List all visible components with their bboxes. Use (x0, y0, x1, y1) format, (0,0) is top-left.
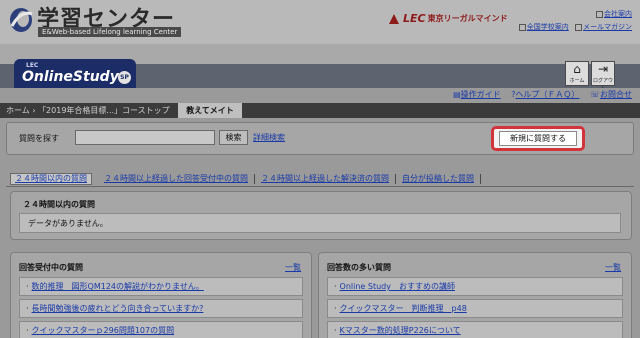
bullet-icon: · (26, 282, 29, 291)
online-study-product-name: OnlineStudy (22, 69, 119, 85)
open-questions-list: · 数的推理 図形QM124の解説がわかりません。 · 長時間勉強後の疲れとどう向き… (19, 277, 303, 338)
search-panel: 質問を探す 検索 詳細検索 新規に質問する (6, 122, 634, 155)
product-band: LEC OnlineStudy SP (0, 44, 640, 90)
sp-badge: SP (118, 71, 131, 84)
school-icon (518, 23, 526, 31)
open-questions-panel: 回答受付中の質問 一覧 · 数的推理 図形QM124の解説がわかりません。 · 長時… (10, 252, 312, 338)
bullet-icon: · (26, 326, 29, 335)
bullet-icon: · (334, 326, 337, 335)
open-questions-more-link[interactable]: 一覧 (285, 262, 301, 273)
tabs-divider (6, 186, 634, 187)
list-item: · Kマスター数的処理P226について (327, 321, 623, 338)
phone-icon: ☏ (589, 90, 600, 99)
breadcrumb-course-top[interactable]: 「2019年合格目標...」コーストップ (38, 106, 170, 115)
list-item: · クイックマスター 判断推理 p48 (327, 299, 623, 318)
mail-magazine-link[interactable]: メールマガジン (575, 23, 632, 31)
breadcrumb-current: 教えてメイト (178, 103, 242, 118)
new-question-button[interactable]: 新規に質問する (499, 131, 577, 146)
logout-icon: ⇥ (597, 62, 609, 76)
company-info-label[interactable]: 会社案内 (604, 10, 632, 18)
list-item: · Online Study おすすめの講師 (327, 277, 623, 296)
breadcrumb: ホーム › 「2019年合格目標...」コーストップ 教えてメイト (0, 103, 640, 118)
home-button[interactable]: ⌂ ホーム (565, 61, 589, 86)
online-study-lec-label: LEC (26, 62, 39, 69)
school-guide-link[interactable]: 全国学校案内 (518, 23, 571, 31)
popular-questions-list: · Online Study おすすめの講師 · クイックマスター 判断推理 p48… (327, 277, 623, 338)
list-item: · クイックマスターｐ296問題107の質問 (19, 321, 303, 338)
logo-swoosh-icon (10, 8, 33, 32)
lec-brand-name: 東京リーガルマインド (427, 14, 508, 23)
top-links: 会社案内 全国学校案内 メールマガジン (515, 9, 632, 32)
company-info-link[interactable]: 会社案内 (596, 10, 632, 18)
recent-questions-body: データがありません。 (19, 213, 621, 233)
open-questions-header: 回答受付中の質問 一覧 (19, 262, 303, 274)
help-links: ▤操作ガイド ?ヘルプ（ＦＡＱ） ☏お問合せ (0, 88, 640, 102)
guide-icon: ▤ (453, 90, 461, 99)
lec-flame-icon (389, 13, 399, 24)
building-icon (596, 10, 603, 18)
search-input[interactable] (75, 130, 215, 145)
question-link[interactable]: クイックマスターｐ296問題107の質問 (32, 326, 175, 335)
question-link[interactable]: クイックマスター 判断推理 p48 (340, 304, 467, 313)
bullet-icon: · (334, 282, 337, 291)
contact-link[interactable]: ☏お問合せ (590, 90, 632, 99)
breadcrumb-home[interactable]: ホーム (6, 106, 30, 115)
search-button[interactable]: 検索 (219, 130, 248, 145)
operation-guide-label[interactable]: 操作ガイド (461, 90, 501, 99)
lec-brand-abbr: LEC (403, 12, 426, 25)
home-icon: ⌂ (573, 62, 581, 76)
site-header: 学習センター E&Web-based Lifelong learning Cen… (0, 0, 640, 44)
breadcrumb-separator: › (32, 106, 36, 115)
school-guide-label[interactable]: 全国学校案内 (527, 23, 569, 31)
question-link[interactable]: 数的推理 図形QM124の解説がわかりません。 (32, 282, 204, 291)
search-label: 質問を探す (19, 134, 59, 143)
help-faq-link[interactable]: ?ヘルプ（ＦＡＱ） (511, 90, 579, 99)
question-link[interactable]: Online Study おすすめの講師 (340, 282, 455, 291)
logout-button[interactable]: ⇥ ログアウト (591, 61, 615, 92)
empty-message: データがありません。 (28, 219, 108, 228)
recent-questions-title: ２４時間以内の質問 (23, 200, 95, 209)
operation-guide-link[interactable]: ▤操作ガイド (453, 90, 501, 99)
question-tabs: ２４時間以内の質問 ２４時間以上経過した回答受付中の質問 ２４時間以上経過した解… (10, 172, 630, 186)
popular-questions-panel: 回答数の多い質問 一覧 · Online Study おすすめの講師 · クイックマ… (318, 252, 632, 338)
online-study-logo[interactable]: LEC OnlineStudy SP (14, 59, 136, 90)
open-questions-title: 回答受付中の質問 (19, 263, 83, 272)
mail-icon (575, 23, 582, 31)
popular-questions-title: 回答数の多い質問 (327, 263, 391, 272)
tab-resolved-over-24h[interactable]: ２４時間以上経過した解決済の質問 (255, 174, 396, 184)
help-faq-label[interactable]: ヘルプ（ＦＡＱ） (515, 90, 579, 99)
site-logo-subtitle: E&Web-based Lifelong learning Center (38, 27, 182, 37)
question-link[interactable]: 長時間勉強後の疲れとどう向き合っていますか? (32, 304, 204, 313)
tab-my-questions[interactable]: 自分が投稿した質問 (396, 174, 481, 184)
bullet-icon: · (26, 304, 29, 313)
popular-questions-header: 回答数の多い質問 一覧 (327, 262, 623, 274)
tab-within-24h[interactable]: ２４時間以内の質問 (10, 173, 92, 185)
tab-open-over-24h[interactable]: ２４時間以上経過した回答受付中の質問 (98, 174, 255, 184)
bullet-icon: · (334, 304, 337, 313)
home-button-label: ホーム (569, 78, 585, 84)
list-item: · 数的推理 図形QM124の解説がわかりません。 (19, 277, 303, 296)
list-item: · 長時間勉強後の疲れとどう向き合っていますか? (19, 299, 303, 318)
lec-brand-logo[interactable]: LEC 東京リーガルマインド (387, 12, 508, 25)
question-link[interactable]: Kマスター数的処理P226について (340, 326, 461, 335)
advanced-search-link[interactable]: 詳細検索 (253, 132, 285, 143)
contact-label[interactable]: お問合せ (600, 90, 632, 99)
mail-magazine-label[interactable]: メールマガジン (583, 23, 632, 31)
popular-questions-more-link[interactable]: 一覧 (605, 262, 621, 273)
recent-questions-panel: ２４時間以内の質問 データがありません。 (10, 191, 632, 240)
ask-button-highlight: 新規に質問する (491, 126, 585, 151)
